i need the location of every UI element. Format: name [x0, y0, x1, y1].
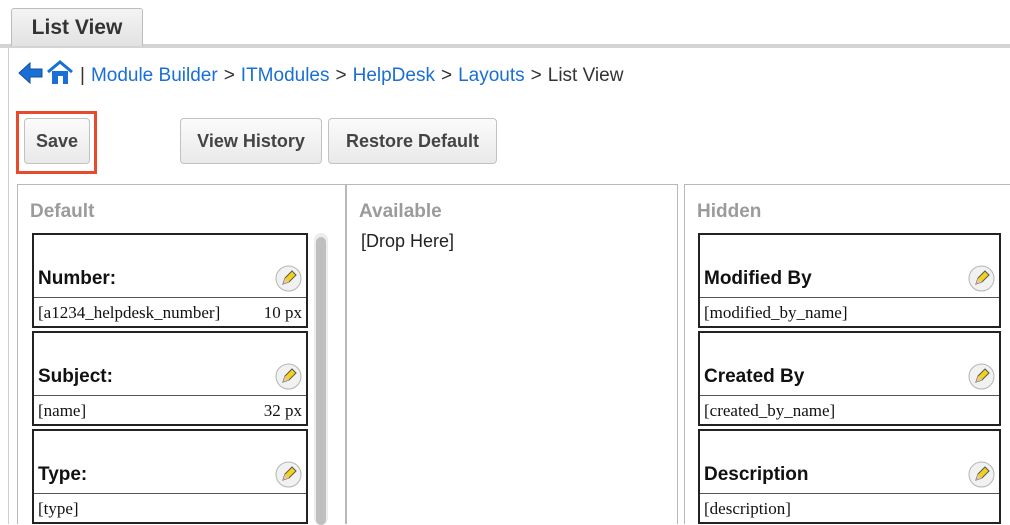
card-divider	[700, 297, 999, 298]
card-divider	[34, 297, 306, 298]
breadcrumb-link-itmodules[interactable]: ITModules	[241, 65, 330, 87]
pencil-edit-icon[interactable]	[968, 265, 995, 292]
save-button[interactable]: Save	[24, 118, 90, 164]
tab-bar: List View	[0, 0, 1010, 48]
card-divider	[34, 493, 306, 494]
breadcrumb-link-helpdesk[interactable]: HelpDesk	[353, 65, 435, 87]
breadcrumb-link-module-builder[interactable]: Module Builder	[91, 65, 218, 87]
breadcrumb-divider: |	[80, 65, 85, 86]
field-name: [a1234_helpdesk_number]	[38, 303, 221, 322]
field-width: 10 px	[263, 303, 302, 322]
breadcrumb-separator: >	[335, 65, 347, 86]
breadcrumb-separator: >	[530, 65, 542, 86]
field-card-description[interactable]: Description [description]	[698, 429, 1001, 524]
breadcrumb-separator: >	[223, 65, 235, 86]
field-name: [created_by_name]	[704, 401, 836, 420]
field-name: [description]	[704, 499, 791, 518]
field-card-subject[interactable]: Subject: [name] 32 px	[32, 331, 308, 426]
default-panel: Default Number: [a1234_helpdesk_number] …	[17, 184, 346, 525]
field-label: Created By	[704, 366, 805, 387]
breadcrumb: | Module Builder > ITModules > HelpDesk …	[18, 60, 623, 92]
pencil-edit-icon[interactable]	[275, 265, 302, 292]
back-arrow-icon[interactable]	[18, 61, 44, 91]
card-divider	[700, 395, 999, 396]
field-card-created-by[interactable]: Created By [created_by_name]	[698, 331, 1001, 426]
field-width: 32 px	[263, 401, 302, 420]
field-name: [name]	[38, 401, 87, 420]
panel-title-available: Available	[359, 201, 442, 222]
breadcrumb-link-layouts[interactable]: Layouts	[458, 65, 525, 87]
field-name: [modified_by_name]	[704, 303, 848, 322]
scrollbar-thumb[interactable]	[316, 237, 326, 525]
view-history-button[interactable]: View History	[180, 118, 322, 164]
pencil-edit-icon[interactable]	[968, 461, 995, 488]
field-label: Number:	[38, 268, 117, 289]
card-divider	[700, 493, 999, 494]
pencil-edit-icon[interactable]	[968, 363, 995, 390]
content-left-border	[8, 48, 9, 524]
pencil-edit-icon[interactable]	[275, 461, 302, 488]
tab-underline	[0, 44, 1010, 48]
field-label: Subject:	[38, 366, 113, 387]
field-card-number[interactable]: Number: [a1234_helpdesk_number] 10 px	[32, 233, 308, 328]
field-card-modified-by[interactable]: Modified By [modified_by_name]	[698, 233, 1001, 328]
drop-zone[interactable]: [Drop Here]	[361, 231, 454, 252]
tab-list-view[interactable]: List View	[11, 8, 143, 46]
field-label: Description	[704, 464, 809, 485]
panel-title-hidden: Hidden	[697, 201, 762, 222]
pencil-edit-icon[interactable]	[275, 363, 302, 390]
restore-default-button[interactable]: Restore Default	[328, 118, 497, 164]
available-panel: Available [Drop Here]	[346, 184, 678, 524]
home-icon[interactable]	[46, 60, 74, 92]
breadcrumb-separator: >	[440, 65, 453, 86]
field-card-type[interactable]: Type: [type]	[32, 429, 308, 524]
breadcrumb-current: List View	[547, 65, 624, 86]
field-label: Modified By	[704, 268, 812, 289]
card-divider	[34, 395, 306, 396]
panel-title-default: Default	[30, 201, 95, 222]
field-label: Type:	[38, 464, 88, 485]
hidden-panel: Hidden Modified By [modified_by_name] Cr…	[684, 184, 1010, 524]
field-name: [type]	[38, 499, 79, 518]
